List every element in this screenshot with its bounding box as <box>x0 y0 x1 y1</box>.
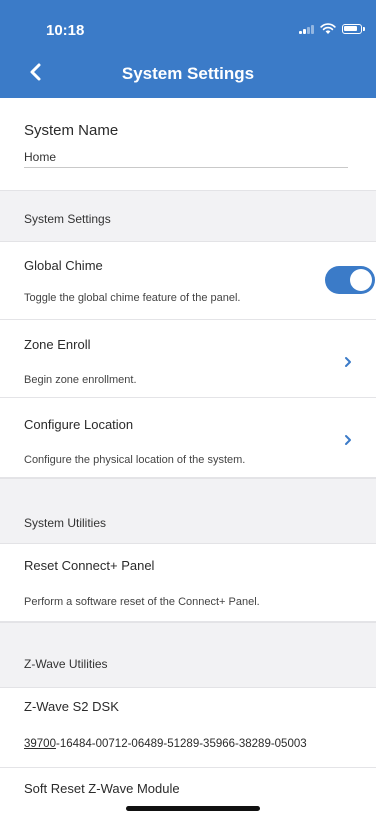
configure-location-description: Configure the physical location of the s… <box>24 454 246 466</box>
dsk-rest: -16484-00712-06489-51289-35966-38289-050… <box>55 738 307 750</box>
dsk-prefix: 39700 <box>24 738 56 750</box>
system-name-block: System Name <box>0 98 376 190</box>
status-icons <box>299 23 365 35</box>
zwave-dsk-value: 39700-16484-00712-06489-51289-35966-3828… <box>24 738 307 750</box>
section-header-system-settings: System Settings <box>0 190 376 242</box>
chevron-right-icon <box>345 357 351 367</box>
global-chime-title: Global Chime <box>24 258 103 273</box>
status-time: 10:18 <box>46 22 85 39</box>
reset-panel-description: Perform a software reset of the Connect+… <box>24 596 260 608</box>
wifi-icon <box>320 23 336 34</box>
section-header-zwave-utilities: Z-Wave Utilities <box>0 622 376 688</box>
configure-location-title: Configure Location <box>24 417 134 432</box>
zone-enroll-description: Begin zone enrollment. <box>24 374 137 386</box>
zone-enroll-title: Zone Enroll <box>24 337 91 352</box>
section-title: System Utilities <box>24 516 107 530</box>
system-name-input[interactable] <box>24 146 348 168</box>
zone-enroll-row[interactable]: Zone Enroll Begin zone enrollment. <box>0 320 376 398</box>
soft-reset-title: Soft Reset Z-Wave Module <box>24 781 180 796</box>
chevron-right-icon <box>345 435 351 445</box>
zwave-dsk-row: Z-Wave S2 DSK 39700-16484-00712-06489-51… <box>0 688 376 768</box>
reset-panel-title: Reset Connect+ Panel <box>24 558 155 573</box>
home-indicator[interactable] <box>126 806 260 811</box>
signal-icon <box>299 24 314 34</box>
section-title: System Settings <box>24 212 111 226</box>
battery-icon <box>342 24 365 34</box>
global-chime-row: Global Chime Toggle the global chime fea… <box>0 242 376 320</box>
global-chime-description: Toggle the global chime feature of the p… <box>24 292 241 304</box>
zwave-dsk-title: Z-Wave S2 DSK <box>24 699 119 714</box>
configure-location-row[interactable]: Configure Location Configure the physica… <box>0 398 376 478</box>
header-bar: 10:18 System Settings <box>0 0 376 98</box>
section-header-system-utilities: System Utilities <box>0 478 376 544</box>
toggle-knob <box>350 269 372 291</box>
reset-panel-row[interactable]: Reset Connect+ Panel Perform a software … <box>0 544 376 622</box>
page-title: System Settings <box>121 64 255 83</box>
system-name-label: System Name <box>24 122 119 139</box>
app-screen: 10:18 System Settings System Name System… <box>0 0 376 817</box>
section-title: Z-Wave Utilities <box>24 657 108 671</box>
global-chime-toggle[interactable] <box>325 266 375 294</box>
